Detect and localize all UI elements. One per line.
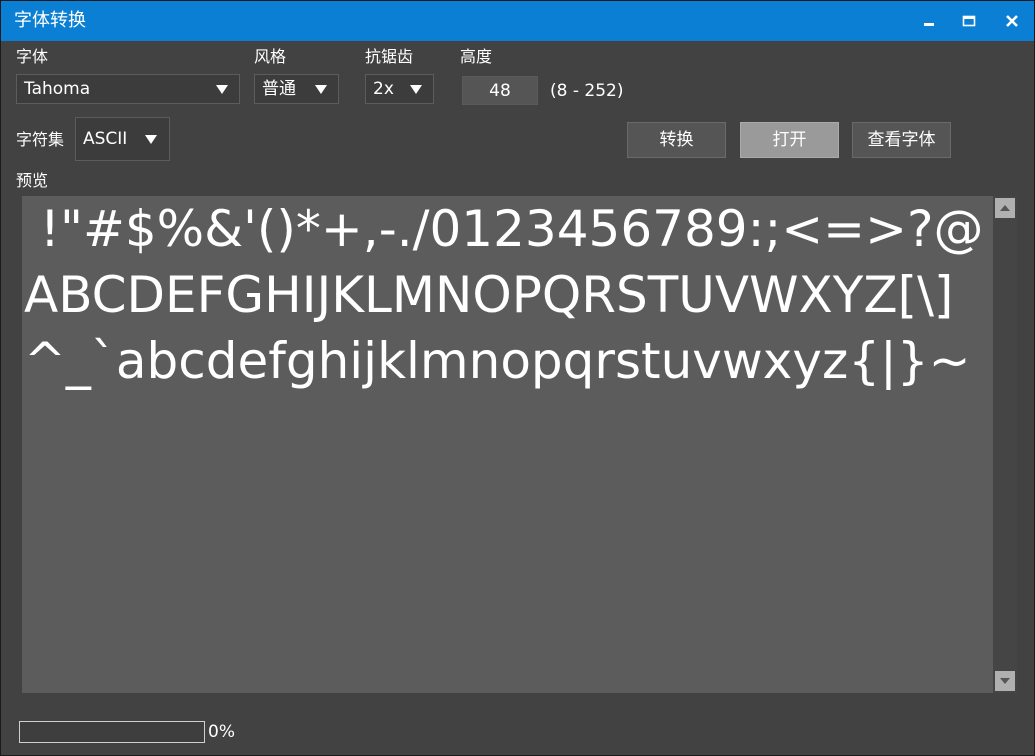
- chevron-down-icon: [145, 135, 157, 144]
- open-button[interactable]: 打开: [740, 122, 839, 158]
- font-select-value: Tahoma: [24, 79, 91, 99]
- close-icon: [1006, 15, 1018, 27]
- close-button[interactable]: [991, 1, 1031, 41]
- window-title: 字体转换: [14, 10, 86, 31]
- preview-label: 预览: [16, 171, 49, 190]
- arrow-down-icon: [1000, 678, 1010, 684]
- charset-label: 字符集: [16, 130, 65, 149]
- preview-text: !"#$%&'()*+,-./0123456789:;<=>?@ABCDEFGH…: [24, 200, 984, 390]
- arrow-up-icon: [1000, 205, 1010, 211]
- charset-select[interactable]: ASCII: [75, 117, 170, 161]
- minimize-icon: [924, 23, 934, 26]
- font-select[interactable]: Tahoma: [16, 74, 240, 104]
- maximize-button[interactable]: [949, 1, 989, 41]
- antialias-label: 抗锯齿: [365, 47, 414, 66]
- convert-button[interactable]: 转换: [627, 122, 726, 158]
- progress-bar: [19, 721, 205, 743]
- progress-percent: 0%: [208, 722, 235, 742]
- height-range-hint: (8 - 252): [550, 81, 624, 101]
- preview-area[interactable]: !"#$%&'()*+,-./0123456789:;<=>?@ABCDEFGH…: [22, 196, 993, 693]
- height-label: 高度: [460, 47, 493, 66]
- chevron-down-icon: [410, 85, 422, 94]
- scroll-up-button[interactable]: [995, 198, 1015, 218]
- view-font-button[interactable]: 查看字体: [852, 122, 951, 158]
- height-input[interactable]: [462, 76, 538, 105]
- style-select[interactable]: 普通: [254, 74, 339, 104]
- style-label: 风格: [254, 47, 287, 66]
- maximize-icon: [962, 15, 976, 27]
- scroll-down-button[interactable]: [995, 671, 1015, 691]
- minimize-button[interactable]: [909, 1, 949, 41]
- antialias-select[interactable]: 2x: [365, 74, 434, 104]
- preview-scrollbar[interactable]: [993, 196, 1017, 693]
- title-bar[interactable]: 字体转换: [1, 1, 1034, 41]
- chevron-down-icon: [315, 85, 327, 94]
- font-label: 字体: [16, 47, 49, 66]
- font-converter-window: 字体转换 字体 风格 抗锯齿 高度 Tahoma 普通 2x 48 (8 - 2…: [0, 0, 1035, 756]
- antialias-select-value: 2x: [373, 79, 394, 99]
- chevron-down-icon: [216, 85, 228, 94]
- style-select-value: 普通: [262, 79, 296, 99]
- charset-select-value: ASCII: [83, 129, 128, 149]
